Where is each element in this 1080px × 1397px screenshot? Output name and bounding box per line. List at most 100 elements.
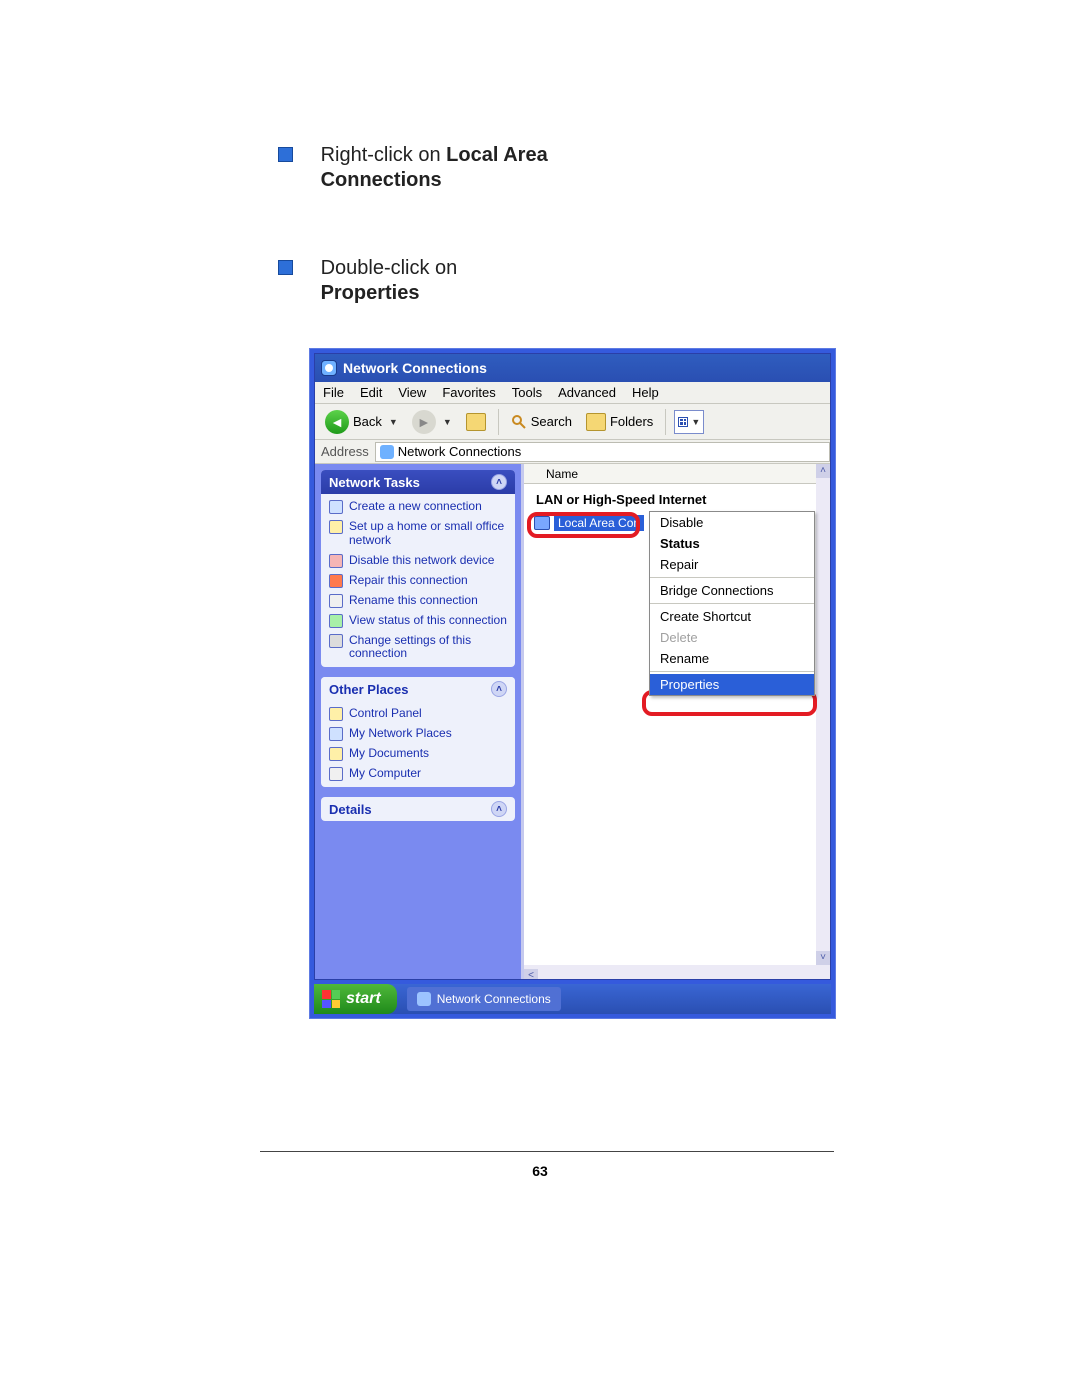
folders-label: Folders (610, 414, 653, 429)
content-pane: ˄ ˅ < Name LAN or High-Speed Internet Lo… (524, 464, 830, 979)
panel-header-label: Network Tasks (329, 475, 420, 490)
task-create-connection[interactable]: Create a new connection (329, 500, 507, 514)
address-input[interactable]: Network Connections (375, 442, 830, 462)
task-setup-network[interactable]: Set up a home or small office network (329, 520, 507, 548)
up-button[interactable] (462, 411, 490, 433)
vertical-scrollbar[interactable]: ˄ ˅ (816, 464, 830, 965)
context-menu: Disable Status Repair Bridge Connections… (649, 511, 815, 696)
ctx-disable[interactable]: Disable (650, 512, 814, 533)
menu-edit[interactable]: Edit (360, 385, 382, 400)
place-my-network-places[interactable]: My Network Places (329, 727, 507, 741)
taskbar-tab-label: Network Connections (437, 992, 551, 1006)
task-icon (329, 574, 343, 588)
ctx-rename[interactable]: Rename (650, 648, 814, 669)
panel-details: Details ˄ (321, 797, 515, 821)
ctx-delete: Delete (650, 627, 814, 648)
place-icon (329, 747, 343, 761)
collapse-icon[interactable]: ˄ (491, 681, 507, 697)
task-label: View status of this connection (349, 614, 507, 628)
folders-button[interactable]: Folders (582, 411, 657, 433)
start-button[interactable]: start (314, 984, 397, 1014)
taskbar: start Network Connections (314, 984, 831, 1014)
bullet-icon (278, 147, 293, 162)
task-icon (329, 614, 343, 628)
forward-button[interactable]: ► ▼ (408, 408, 456, 436)
task-view-status[interactable]: View status of this connection (329, 614, 507, 628)
taskbar-tab-network-connections[interactable]: Network Connections (407, 987, 561, 1011)
panel-header-label: Details (329, 802, 372, 817)
place-label: Control Panel (349, 707, 422, 721)
place-icon (329, 727, 343, 741)
search-button[interactable]: Search (507, 412, 576, 432)
place-icon (329, 767, 343, 781)
address-value: Network Connections (398, 444, 522, 459)
column-header-name[interactable]: Name (524, 464, 830, 484)
instruction-2-bold: Properties (321, 282, 420, 304)
collapse-icon[interactable]: ˄ (491, 474, 507, 490)
ctx-properties[interactable]: Properties (650, 674, 814, 695)
expand-icon[interactable]: ˄ (491, 801, 507, 817)
place-control-panel[interactable]: Control Panel (329, 707, 507, 721)
panel-header-label: Other Places (329, 682, 409, 697)
task-change-settings[interactable]: Change settings of this connection (329, 634, 507, 662)
ctx-bridge[interactable]: Bridge Connections (650, 580, 814, 601)
toolbar: ◄ Back ▼ ► ▼ Search Folders (315, 404, 830, 440)
scroll-left-icon[interactable]: < (524, 969, 538, 979)
back-button[interactable]: ◄ Back ▼ (321, 408, 402, 436)
highlight-ring-local-area (527, 512, 640, 538)
screenshot-window: Network Connections File Edit View Favor… (309, 348, 836, 1019)
task-repair-connection[interactable]: Repair this connection (329, 574, 507, 588)
scroll-up-icon[interactable]: ˄ (816, 464, 830, 478)
menu-file[interactable]: File (323, 385, 344, 400)
horizontal-scrollbar[interactable]: < (524, 965, 830, 979)
panel-network-tasks-header[interactable]: Network Tasks ˄ (321, 470, 515, 494)
views-button[interactable]: ▼ (674, 410, 704, 434)
ctx-separator (650, 577, 814, 578)
task-icon (329, 554, 343, 568)
folders-icon (586, 413, 606, 431)
ctx-separator (650, 603, 814, 604)
instruction-2-pre: Double-click on (321, 257, 458, 279)
menu-advanced[interactable]: Advanced (558, 385, 616, 400)
bullet-icon (278, 260, 293, 275)
back-label: Back (353, 414, 382, 429)
ctx-shortcut[interactable]: Create Shortcut (650, 606, 814, 627)
panel-network-tasks: Network Tasks ˄ Create a new connection … (321, 470, 515, 667)
menu-help[interactable]: Help (632, 385, 659, 400)
search-icon (511, 414, 527, 430)
task-rename-connection[interactable]: Rename this connection (329, 594, 507, 608)
search-label: Search (531, 414, 572, 429)
separator (665, 409, 666, 435)
place-label: My Documents (349, 747, 429, 761)
footer-rule (260, 1151, 834, 1152)
task-icon (329, 500, 343, 514)
task-label: Disable this network device (349, 554, 494, 568)
scroll-down-icon[interactable]: ˅ (816, 951, 830, 965)
panel-details-header[interactable]: Details ˄ (321, 797, 515, 821)
menu-view[interactable]: View (398, 385, 426, 400)
panel-other-places-header[interactable]: Other Places ˄ (321, 677, 515, 701)
separator (498, 409, 499, 435)
place-my-computer[interactable]: My Computer (329, 767, 507, 781)
menu-favorites[interactable]: Favorites (442, 385, 495, 400)
place-my-documents[interactable]: My Documents (329, 747, 507, 761)
views-dropdown-icon[interactable]: ▼ (691, 417, 700, 427)
sidebar: Network Tasks ˄ Create a new connection … (315, 464, 524, 979)
page-number: 63 (0, 1163, 1080, 1179)
place-label: My Network Places (349, 727, 452, 741)
ctx-repair[interactable]: Repair (650, 554, 814, 575)
task-disable-device[interactable]: Disable this network device (329, 554, 507, 568)
ctx-status[interactable]: Status (650, 533, 814, 554)
address-icon (380, 445, 394, 459)
task-label: Rename this connection (349, 594, 478, 608)
start-label: start (346, 990, 381, 1008)
forward-dropdown-icon[interactable]: ▼ (443, 417, 452, 427)
back-dropdown-icon[interactable]: ▼ (389, 417, 398, 427)
task-label: Set up a home or small office network (349, 520, 507, 548)
instruction-1-pre: Right-click on (321, 144, 447, 166)
up-folder-icon (466, 413, 486, 431)
section-lan: LAN or High-Speed Internet (524, 484, 830, 513)
task-icon (329, 634, 343, 648)
menu-tools[interactable]: Tools (512, 385, 542, 400)
titlebar[interactable]: Network Connections (315, 354, 830, 382)
